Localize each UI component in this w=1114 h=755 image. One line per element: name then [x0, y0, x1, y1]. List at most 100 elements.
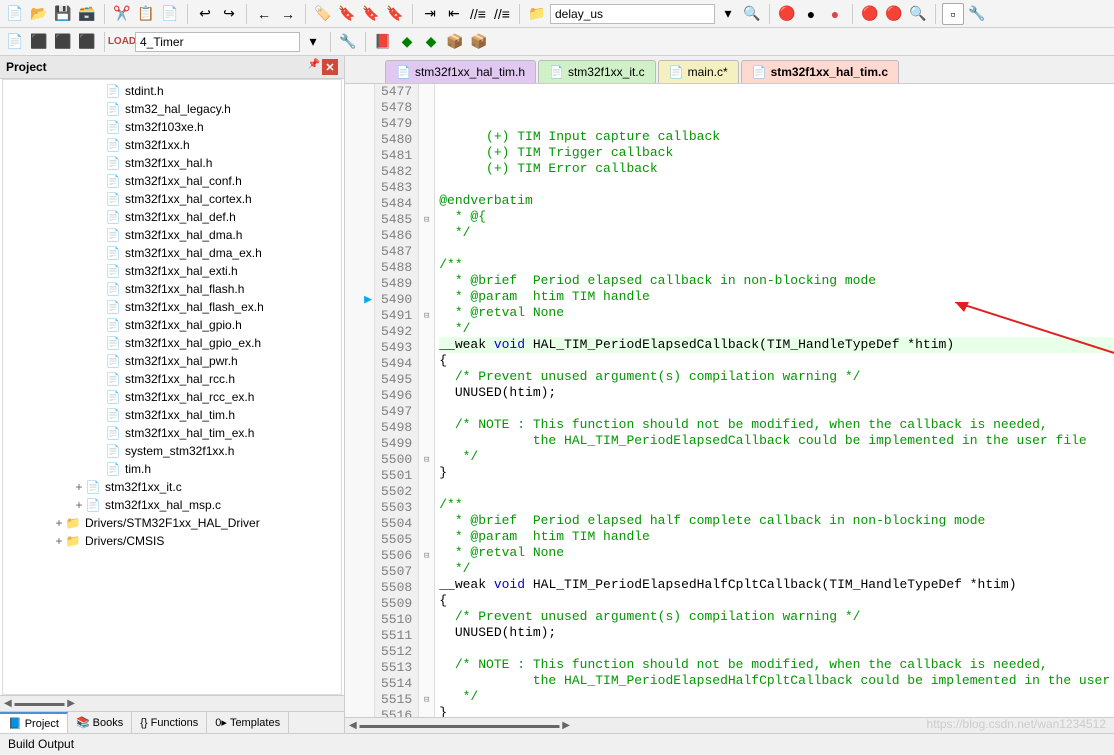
bookmark-clear-icon[interactable]: 🔖 — [384, 3, 406, 25]
window-icon[interactable]: ▫ — [942, 3, 964, 25]
save-icon[interactable]: 💾 — [52, 3, 74, 25]
tree-item[interactable]: +📁Drivers/STM32F1xx_HAL_Driver — [3, 514, 341, 532]
code-line[interactable]: @endverbatim — [439, 193, 1114, 209]
code-line[interactable]: (+) TIM Trigger callback — [439, 145, 1114, 161]
hscrollbar[interactable]: ◀ ▬▬▬▬▬ ▶ — [0, 695, 344, 711]
tree-item[interactable]: 📄stm32f1xx_hal_gpio.h — [3, 316, 341, 334]
paste-icon[interactable]: 📄 — [159, 3, 181, 25]
code-line[interactable]: */ — [439, 689, 1114, 705]
redo-icon[interactable]: ↪ — [218, 3, 240, 25]
code-line[interactable]: (+) TIM Input capture callback — [439, 129, 1114, 145]
code-line[interactable]: __weak void HAL_TIM_PeriodElapsedCallbac… — [439, 337, 1114, 353]
bookmark-prev-icon[interactable]: 🔖 — [336, 3, 358, 25]
tree-item[interactable]: 📄stm32f1xx_hal_rcc.h — [3, 370, 341, 388]
code-line[interactable]: * @{ — [439, 209, 1114, 225]
copy-icon[interactable]: 📋 — [135, 3, 157, 25]
trace-icon[interactable]: 🔴 — [859, 3, 881, 25]
code-line[interactable] — [439, 241, 1114, 257]
code-line[interactable]: /** — [439, 257, 1114, 273]
save-all-icon[interactable]: 🗃️ — [76, 3, 98, 25]
code-line[interactable]: * @brief Period elapsed callback in non-… — [439, 273, 1114, 289]
code-line[interactable] — [439, 177, 1114, 193]
tree-item[interactable]: 📄stm32f1xx_hal_flash.h — [3, 280, 341, 298]
manage-icon[interactable]: 📕 — [372, 31, 394, 53]
code-line[interactable]: { — [439, 593, 1114, 609]
help-icon[interactable]: 📦 — [468, 31, 490, 53]
debug-icon[interactable]: 🔴 — [776, 3, 798, 25]
code-line[interactable]: /* Prevent unused argument(s) compilatio… — [439, 609, 1114, 625]
find-folder-icon[interactable]: 📁 — [526, 3, 548, 25]
rte-icon[interactable]: ◆ — [420, 31, 442, 53]
code-line[interactable]: * @retval None — [439, 305, 1114, 321]
code-line[interactable]: * @param htim TIM handle — [439, 289, 1114, 305]
code-line[interactable]: the HAL_TIM_PeriodElapsedCallback could … — [439, 433, 1114, 449]
code-line[interactable]: the HAL_TIM_PeriodElapsedHalfCpltCallbac… — [439, 673, 1114, 689]
rebuild-icon[interactable]: ⬛ — [52, 31, 74, 53]
editor-tab[interactable]: 📄main.c* — [658, 60, 739, 83]
target-select[interactable] — [135, 32, 300, 52]
tree-item[interactable]: 📄stm32f103xe.h — [3, 118, 341, 136]
target-icon[interactable]: ● — [800, 3, 822, 25]
tree-item[interactable]: 📄stm32f1xx_hal_tim.h — [3, 406, 341, 424]
component-icon[interactable]: 📦 — [444, 31, 466, 53]
bookmark-icon[interactable]: 🏷️ — [312, 3, 334, 25]
editor-tab[interactable]: 📄stm32f1xx_hal_tim.h — [385, 60, 536, 83]
analyze-icon[interactable]: 🔴 — [883, 3, 905, 25]
code-line[interactable]: /** — [439, 497, 1114, 513]
tree-item[interactable]: +📁Drivers/CMSIS — [3, 532, 341, 550]
search-dropdown-icon[interactable]: ▾ — [717, 3, 739, 25]
tree-item[interactable]: 📄stm32f1xx_hal_exti.h — [3, 262, 341, 280]
code-line[interactable]: * @param htim TIM handle — [439, 529, 1114, 545]
tree-item[interactable]: 📄stm32f1xx_hal_def.h — [3, 208, 341, 226]
fold-gutter[interactable]: ⊟⊟⊟⊟⊟ — [419, 84, 435, 717]
build-output-panel[interactable]: Build Output — [0, 733, 1114, 755]
translate-icon[interactable]: 📄 — [4, 31, 26, 53]
code-line[interactable]: { — [439, 353, 1114, 369]
tree-item[interactable]: 📄stm32f1xx_hal_dma.h — [3, 226, 341, 244]
code-line[interactable]: */ — [439, 225, 1114, 241]
code-line[interactable]: (+) TIM Error callback — [439, 161, 1114, 177]
outdent-icon[interactable]: ⇤ — [443, 3, 465, 25]
tree-item[interactable]: 📄stm32f1xx_hal_conf.h — [3, 172, 341, 190]
wrench-icon[interactable]: 🔧 — [966, 3, 988, 25]
build-icon[interactable]: ⬛ — [28, 31, 50, 53]
tree-item[interactable]: 📄stm32f1xx_hal_gpio_ex.h — [3, 334, 341, 352]
code-line[interactable]: UNUSED(htim); — [439, 625, 1114, 641]
code-line[interactable]: * @brief Period elapsed half complete ca… — [439, 513, 1114, 529]
editor-hscrollbar[interactable]: ◀ ▬▬▬▬▬▬▬▬▬▬▬▬▬▬▬▬▬▬▬▬ ▶ — [345, 717, 1114, 733]
batch-build-icon[interactable]: ⬛ — [76, 31, 98, 53]
project-tab[interactable]: 0▸Templates — [207, 712, 289, 733]
code-line[interactable]: */ — [439, 321, 1114, 337]
forward-icon[interactable]: → — [277, 3, 299, 25]
project-tab[interactable]: 📚Books — [68, 712, 132, 733]
tree-item[interactable]: 📄stm32f1xx.h — [3, 136, 341, 154]
code-line[interactable]: */ — [439, 449, 1114, 465]
editor-tab[interactable]: 📄stm32f1xx_it.c — [538, 60, 656, 83]
find-icon[interactable]: 🔍 — [741, 3, 763, 25]
tree-item[interactable]: +📄stm32f1xx_hal_msp.c — [3, 496, 341, 514]
tree-item[interactable]: 📄stm32f1xx_hal_cortex.h — [3, 190, 341, 208]
code-line[interactable]: /* NOTE : This function should not be mo… — [439, 417, 1114, 433]
tree-item[interactable]: 📄tim.h — [3, 460, 341, 478]
tree-item[interactable]: 📄stdint.h — [3, 82, 341, 100]
code-line[interactable]: UNUSED(htim); — [439, 385, 1114, 401]
project-tree[interactable]: 📄stdint.h📄stm32_hal_legacy.h📄stm32f103xe… — [2, 79, 342, 695]
tree-item[interactable]: 📄stm32_hal_legacy.h — [3, 100, 341, 118]
pack-icon[interactable]: ◆ — [396, 31, 418, 53]
project-tab[interactable]: {}Functions — [132, 712, 207, 733]
uncomment-icon[interactable]: //≡ — [491, 3, 513, 25]
tree-item[interactable]: 📄stm32f1xx_hal_tim_ex.h — [3, 424, 341, 442]
code-line[interactable]: * @retval None — [439, 545, 1114, 561]
code-editor[interactable]: ▶ 54775478547954805481548254835484548554… — [345, 84, 1114, 717]
code-line[interactable]: */ — [439, 561, 1114, 577]
pin-icon[interactable]: 📌 — [308, 59, 320, 75]
code-line[interactable] — [439, 481, 1114, 497]
tree-item[interactable]: 📄system_stm32f1xx.h — [3, 442, 341, 460]
editor-tab[interactable]: 📄stm32f1xx_hal_tim.c — [741, 60, 899, 83]
comment-icon[interactable]: //≡ — [467, 3, 489, 25]
breakpoint-icon[interactable]: ● — [824, 3, 846, 25]
tree-item[interactable]: 📄stm32f1xx_hal_rcc_ex.h — [3, 388, 341, 406]
tree-item[interactable]: 📄stm32f1xx_hal.h — [3, 154, 341, 172]
project-tab[interactable]: 📘Project — [0, 712, 68, 733]
code-line[interactable] — [439, 641, 1114, 657]
